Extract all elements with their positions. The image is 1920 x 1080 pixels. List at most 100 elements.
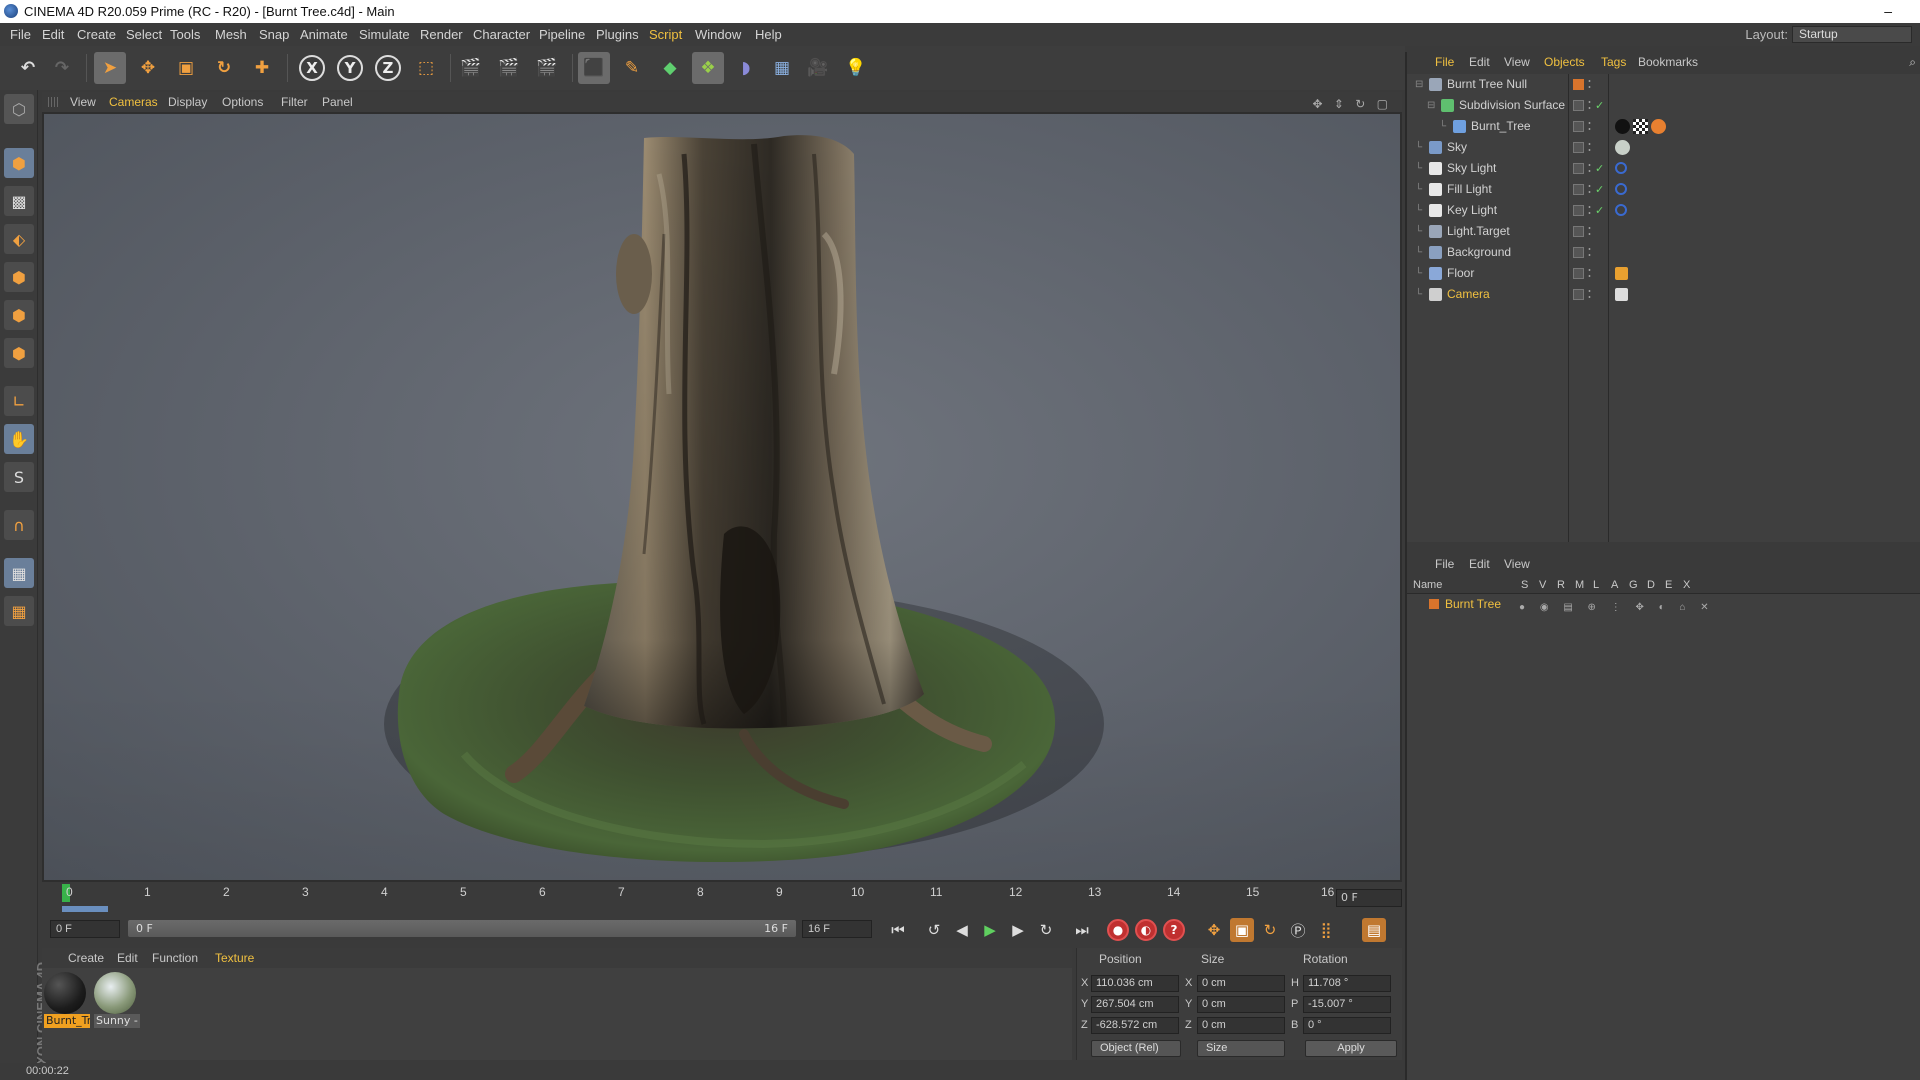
- objects-menu-tags[interactable]: Tags: [1601, 52, 1626, 72]
- object-name[interactable]: Background: [1447, 242, 1511, 263]
- render-picture-viewer-icon[interactable]: 🎬: [493, 52, 525, 84]
- enabled-check-icon[interactable]: ✓: [1595, 180, 1604, 201]
- next-key-icon[interactable]: ↻: [1034, 918, 1058, 942]
- object-row[interactable]: └ Background: [1407, 242, 1920, 263]
- enabled-check-icon[interactable]: ✓: [1595, 159, 1604, 180]
- objects-menu-file[interactable]: File: [1435, 52, 1454, 72]
- layers-menu-edit[interactable]: Edit: [1469, 554, 1490, 574]
- size-x-field[interactable]: 0 cm: [1197, 975, 1285, 992]
- size-mode-dropdown[interactable]: Size: [1197, 1040, 1285, 1057]
- object-row[interactable]: └ Burnt_Tree: [1407, 116, 1920, 137]
- deformer-icon[interactable]: ◗: [730, 52, 762, 84]
- snap-magnet-icon[interactable]: ∩: [4, 510, 34, 540]
- material-menu-create[interactable]: Create: [68, 948, 104, 968]
- keyframe-selection-icon[interactable]: ?: [1162, 918, 1186, 942]
- menu-render[interactable]: Render: [420, 23, 463, 46]
- material-sunny-sky[interactable]: Sunny -: [94, 972, 140, 1030]
- start-frame-field[interactable]: 0 F: [50, 920, 120, 938]
- texture-mode-icon[interactable]: ▩: [4, 186, 34, 216]
- record-active-objects-icon[interactable]: ●: [1106, 918, 1130, 942]
- model-mode-icon[interactable]: ⬢: [4, 148, 34, 178]
- viewport-menu-filter[interactable]: Filter: [281, 92, 308, 112]
- viewport-menu-options[interactable]: Options: [222, 92, 263, 112]
- editor-visibility-toggle[interactable]: [1573, 142, 1584, 153]
- object-tag-icon[interactable]: [1615, 288, 1628, 301]
- object-tag-icon[interactable]: [1615, 162, 1627, 174]
- menu-edit[interactable]: Edit: [42, 23, 64, 46]
- preview-range-slider[interactable]: 0 F 16 F: [128, 920, 796, 937]
- objects-menu-edit[interactable]: Edit: [1469, 52, 1490, 72]
- tweak-mode-icon[interactable]: ✋: [4, 424, 34, 454]
- workplane-grid-icon[interactable]: ▦: [4, 558, 34, 588]
- menu-tools[interactable]: Tools: [170, 23, 200, 46]
- z-axis-lock-icon[interactable]: Z: [372, 52, 404, 84]
- spline-pen-icon[interactable]: ✎: [616, 52, 648, 84]
- x-axis-lock-icon[interactable]: X: [296, 52, 328, 84]
- size-z-field[interactable]: 0 cm: [1197, 1017, 1285, 1034]
- object-name[interactable]: Light.Target: [1447, 221, 1510, 242]
- viewport-menu-view[interactable]: View: [70, 92, 96, 112]
- move-tool-icon[interactable]: ✥: [132, 52, 164, 84]
- transform-tool-icon[interactable]: ✚: [246, 52, 278, 84]
- play-forward-icon[interactable]: ▶: [978, 918, 1002, 942]
- tree-expander-icon[interactable]: └: [1415, 200, 1422, 221]
- menu-snap[interactable]: Snap: [259, 23, 289, 46]
- selection-tool-icon[interactable]: ➤: [94, 52, 126, 84]
- visibility-dots-icon[interactable]: [1588, 225, 1591, 238]
- autokeying-icon[interactable]: ◐: [1134, 918, 1158, 942]
- tree-expander-icon[interactable]: └: [1415, 263, 1422, 284]
- render-settings-icon[interactable]: 🎬: [531, 52, 563, 84]
- editor-visibility-toggle[interactable]: [1573, 121, 1584, 132]
- redo-icon[interactable]: ↷: [46, 52, 78, 84]
- render-view-icon[interactable]: 🎬: [455, 52, 487, 84]
- solo-mode-icon[interactable]: S: [4, 462, 34, 492]
- object-row[interactable]: └ Sky Light ✓: [1407, 158, 1920, 179]
- material-burnt-tree[interactable]: Burnt_Tr: [44, 972, 90, 1030]
- object-row[interactable]: ⊟ Burnt Tree Null: [1407, 74, 1920, 95]
- record-point-level-icon[interactable]: ⣿: [1314, 918, 1338, 942]
- enabled-check-icon[interactable]: ✓: [1595, 201, 1604, 222]
- layout-select[interactable]: Startup: [1792, 26, 1912, 43]
- layer-color-swatch[interactable]: [1429, 599, 1439, 609]
- previous-key-icon[interactable]: ↺: [922, 918, 946, 942]
- y-axis-lock-icon[interactable]: Y: [334, 52, 366, 84]
- object-name[interactable]: Floor: [1447, 263, 1474, 284]
- material-menu-texture[interactable]: Texture: [215, 948, 254, 968]
- rot-h-field[interactable]: 11.708 °: [1303, 975, 1391, 992]
- object-name[interactable]: Subdivision Surface: [1459, 95, 1565, 116]
- layers-menu-view[interactable]: View: [1504, 554, 1530, 574]
- current-frame-field[interactable]: 0 F: [1336, 889, 1402, 907]
- object-row[interactable]: └ Camera: [1407, 284, 1920, 305]
- next-frame-icon[interactable]: ▶: [1006, 918, 1030, 942]
- previous-frame-icon[interactable]: ◀: [950, 918, 974, 942]
- go-to-end-icon[interactable]: ⏭: [1070, 918, 1094, 942]
- menu-select[interactable]: Select: [126, 23, 162, 46]
- 3d-viewport[interactable]: [42, 112, 1402, 882]
- edges-mode-icon[interactable]: ⬢: [4, 300, 34, 330]
- objects-menu-bookmarks[interactable]: Bookmarks: [1638, 52, 1698, 72]
- menu-create[interactable]: Create: [77, 23, 116, 46]
- camera-icon[interactable]: 🎥: [802, 52, 834, 84]
- locked-workplane-icon[interactable]: ▦: [4, 596, 34, 626]
- object-tag-icon[interactable]: [1615, 183, 1627, 195]
- object-row[interactable]: └ Floor: [1407, 263, 1920, 284]
- layer-row[interactable]: Burnt Tree ● ◉ ▤ ⊕ ⋮ ✥ ◐ ⌂ ✕: [1407, 595, 1920, 613]
- menu-window[interactable]: Window: [695, 23, 741, 46]
- layer-name[interactable]: Burnt Tree: [1445, 595, 1501, 613]
- workplane-mode-icon[interactable]: ⬖: [4, 224, 34, 254]
- object-name[interactable]: Sky: [1447, 137, 1467, 158]
- object-name[interactable]: Camera: [1447, 284, 1490, 305]
- viewport-menu-panel[interactable]: Panel: [322, 92, 353, 112]
- object-tag-icon[interactable]: [1615, 119, 1630, 134]
- object-tag-icon[interactable]: [1615, 140, 1630, 155]
- tree-expander-icon[interactable]: └: [1415, 137, 1422, 158]
- editor-visibility-toggle[interactable]: [1573, 184, 1584, 195]
- cube-primitive-icon[interactable]: ⬛: [578, 52, 610, 84]
- object-tag-icon[interactable]: [1633, 119, 1648, 134]
- editor-visibility-toggle[interactable]: [1573, 163, 1584, 174]
- layers-menu-file[interactable]: File: [1435, 554, 1454, 574]
- object-name[interactable]: Key Light: [1447, 200, 1497, 221]
- tree-expander-icon[interactable]: └: [1415, 242, 1422, 263]
- object-row[interactable]: └ Fill Light ✓: [1407, 179, 1920, 200]
- layer-color-icon[interactable]: [1573, 79, 1584, 90]
